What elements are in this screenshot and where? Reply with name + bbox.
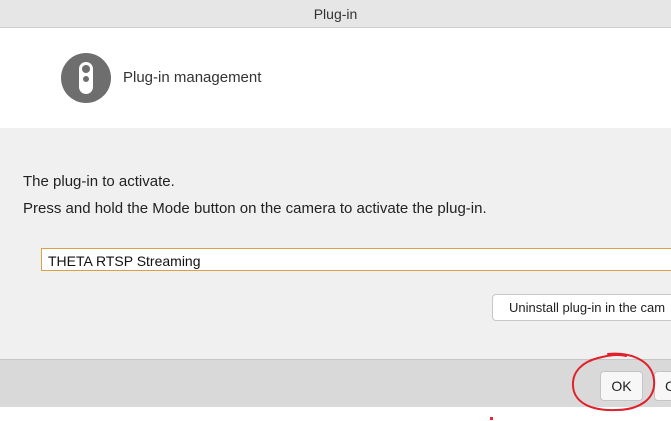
window-titlebar: Plug-in	[0, 0, 671, 28]
dialog-header: Plug-in management	[0, 28, 671, 128]
instruction-line-1: The plug-in to activate.	[23, 173, 175, 190]
camera-body-shape	[79, 62, 93, 94]
uninstall-plugin-button[interactable]: Uninstall plug-in in the cam	[492, 294, 671, 321]
cancel-button[interactable]: C	[654, 371, 671, 401]
dialog-content: The plug-in to activate. Press and hold …	[0, 128, 671, 359]
theta-camera-icon	[61, 53, 111, 103]
camera-lens-shape	[82, 65, 90, 73]
window-title: Plug-in	[313, 5, 358, 22]
header-title: Plug-in management	[123, 69, 262, 86]
instruction-line-2: Press and hold the Mode button on the ca…	[23, 200, 487, 217]
plugin-select[interactable]: THETA RTSP Streaming	[41, 248, 671, 271]
camera-button-shape	[83, 76, 89, 82]
ok-button[interactable]: OK	[600, 371, 643, 401]
red-mark	[490, 417, 493, 420]
bottom-strip	[0, 407, 671, 421]
dialog-footer: OK C	[0, 359, 671, 408]
